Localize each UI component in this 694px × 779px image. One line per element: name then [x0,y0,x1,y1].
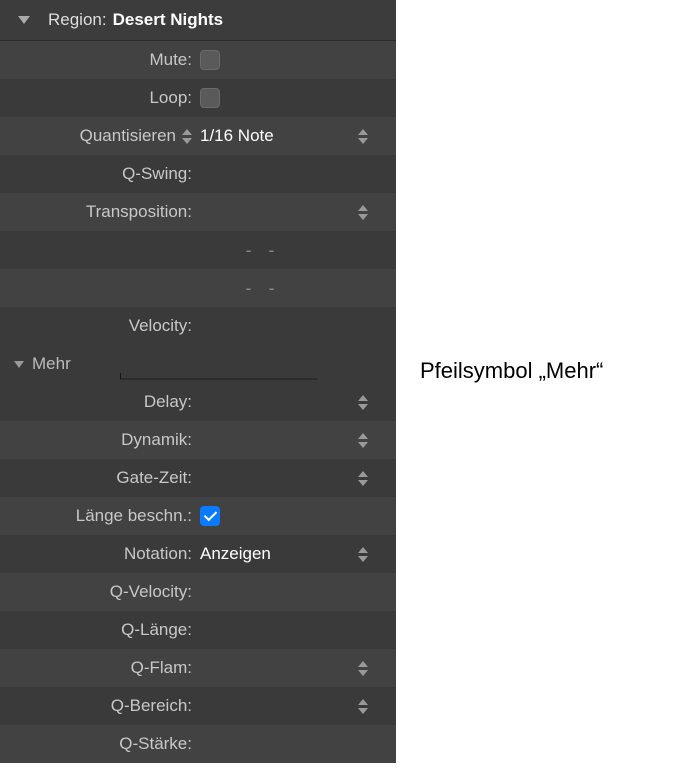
qlaenge-value[interactable] [200,611,386,649]
delay-row: Delay: [0,383,396,421]
qbereich-stepper[interactable] [358,699,368,714]
qstaerke-value[interactable] [200,725,386,763]
chevron-down-icon[interactable] [358,480,368,486]
chevron-down-icon[interactable] [358,556,368,562]
dash-value: - - [200,278,386,299]
transposition-stepper[interactable] [358,205,368,220]
region-label: Region: [48,10,107,30]
qvelocity-value[interactable] [200,573,386,611]
chevron-down-icon[interactable] [358,670,368,676]
qswing-label: Q-Swing: [10,164,200,184]
region-header[interactable]: Region: Desert Nights [0,0,396,41]
chevron-down-icon[interactable] [358,708,368,714]
dash-row-1: - - [0,231,396,269]
chevron-down-icon[interactable] [182,138,192,144]
mehr-chevron-icon[interactable] [14,361,24,368]
laenge-row: Länge beschn.: [0,497,396,535]
delay-stepper[interactable] [358,395,368,410]
gatezeit-row: Gate-Zeit: [0,459,396,497]
dynamik-label: Dynamik: [10,430,200,450]
mute-checkbox[interactable] [200,50,220,70]
qlaenge-label: Q-Länge: [10,620,200,640]
chevron-up-icon[interactable] [358,699,368,705]
qflam-stepper[interactable] [358,661,368,676]
dash-row-2: - - [0,269,396,307]
quantize-label-stepper[interactable] [182,129,192,144]
laenge-checkbox[interactable] [200,506,220,526]
region-inspector-panel: Region: Desert Nights Mute: Loop: Quanti… [0,0,396,763]
qstaerke-label: Q-Stärke: [10,734,200,754]
qstaerke-row: Q-Stärke: [0,725,396,763]
notation-value[interactable]: Anzeigen [200,544,271,564]
mehr-label: Mehr [32,354,71,374]
transposition-row: Transposition: [0,193,396,231]
dash-value: - - [200,240,386,261]
chevron-down-icon[interactable] [358,404,368,410]
region-name: Desert Nights [113,10,224,30]
qlaenge-row: Q-Länge: [0,611,396,649]
qswing-row: Q-Swing: [0,155,396,193]
notation-row: Notation: Anzeigen [0,535,396,573]
delay-label: Delay: [10,392,200,412]
chevron-up-icon[interactable] [358,547,368,553]
transposition-label: Transposition: [10,202,200,222]
qvelocity-label: Q-Velocity: [10,582,200,602]
chevron-up-icon[interactable] [358,471,368,477]
mute-row: Mute: [0,41,396,79]
quantize-label: Quantisieren [80,126,176,146]
qbereich-label: Q-Bereich: [10,696,200,716]
quantize-label-wrap: Quantisieren [10,126,200,146]
chevron-up-icon[interactable] [358,433,368,439]
chevron-up-icon[interactable] [182,129,192,135]
qbereich-row: Q-Bereich: [0,687,396,725]
chevron-down-icon[interactable] [18,16,30,24]
qvelocity-row: Q-Velocity: [0,573,396,611]
qflam-label: Q-Flam: [10,658,200,678]
quantize-stepper[interactable] [358,129,368,144]
chevron-down-icon[interactable] [358,138,368,144]
chevron-down-icon[interactable] [358,442,368,448]
annotation-text: Pfeilsymbol „Mehr“ [420,358,603,384]
gatezeit-label: Gate-Zeit: [10,468,200,488]
notation-label: Notation: [10,544,200,564]
chevron-up-icon[interactable] [358,661,368,667]
chevron-up-icon[interactable] [358,129,368,135]
loop-row: Loop: [0,79,396,117]
dynamik-row: Dynamik: [0,421,396,459]
velocity-row: Velocity: [0,307,396,345]
chevron-down-icon[interactable] [358,214,368,220]
laenge-label: Länge beschn.: [10,506,200,526]
qswing-value[interactable] [200,155,386,193]
mehr-section[interactable]: Mehr [0,345,396,383]
quantize-value[interactable]: 1/16 Note [200,126,274,146]
dynamik-stepper[interactable] [358,433,368,448]
velocity-value[interactable] [200,307,386,345]
mute-label: Mute: [10,50,200,70]
loop-label: Loop: [10,88,200,108]
velocity-label: Velocity: [10,316,200,336]
notation-stepper[interactable] [358,547,368,562]
chevron-up-icon[interactable] [358,205,368,211]
quantize-row: Quantisieren 1/16 Note [0,117,396,155]
qflam-row: Q-Flam: [0,649,396,687]
chevron-up-icon[interactable] [358,395,368,401]
gatezeit-stepper[interactable] [358,471,368,486]
loop-checkbox[interactable] [200,88,220,108]
